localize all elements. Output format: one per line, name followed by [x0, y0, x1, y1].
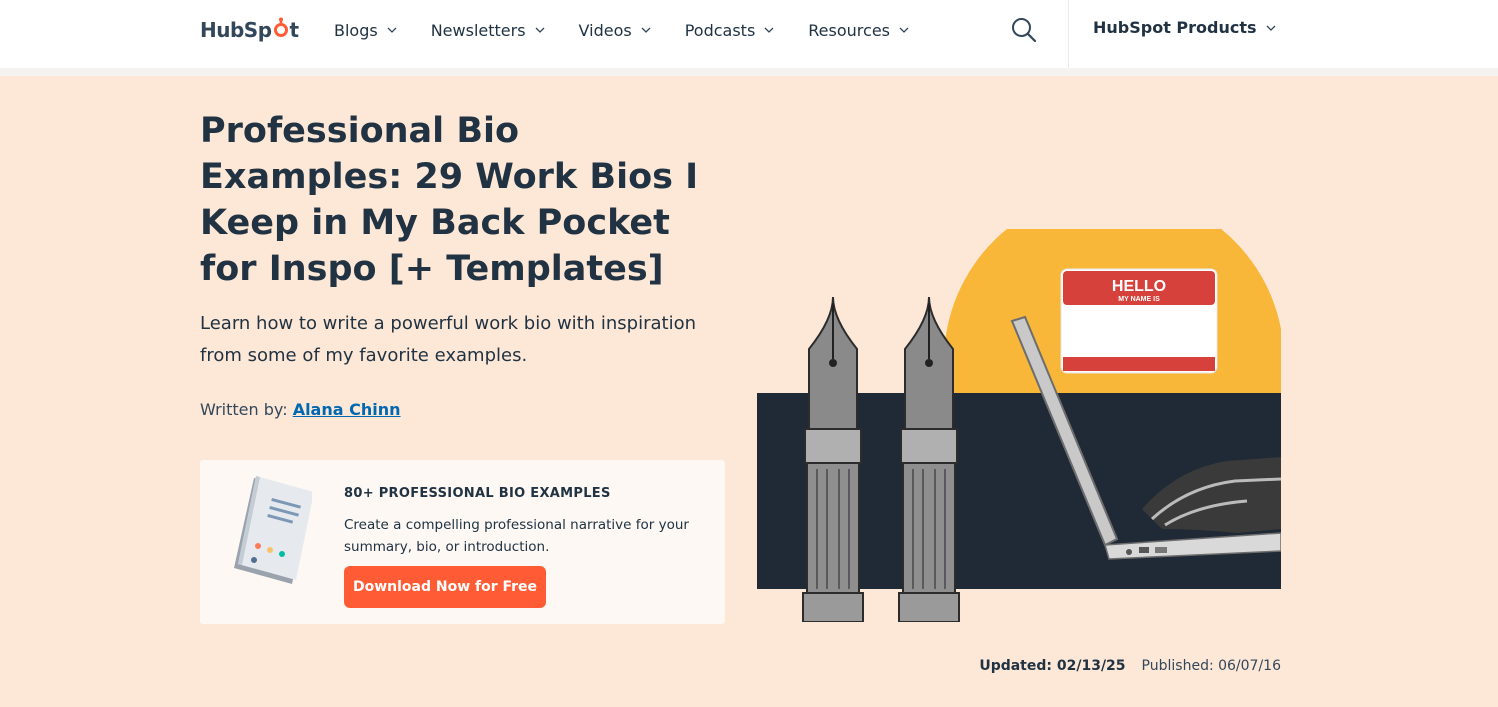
offer-card: 80+ PROFESSIONAL BIO EXAMPLES Create a c… [200, 460, 725, 624]
offer-heading: 80+ PROFESSIONAL BIO EXAMPLES [344, 486, 611, 501]
byline: Written by: Alana Chinn [200, 400, 401, 419]
nav-blogs[interactable]: Blogs [334, 21, 397, 40]
sprocket-icon [272, 17, 290, 44]
chevron-down-icon [387, 27, 397, 33]
hubspot-logo[interactable]: HubSp t [200, 16, 299, 44]
main-nav: Blogs Newsletters Videos Podcasts Resour… [334, 18, 943, 42]
search-icon [1012, 18, 1037, 43]
ebook-cover-image [234, 476, 312, 584]
nav-label: Blogs [334, 20, 378, 40]
chevron-down-icon [641, 27, 651, 33]
nav-label: Resources [808, 20, 890, 40]
hubspot-products-menu[interactable]: HubSpot Products [1093, 18, 1276, 37]
products-label: HubSpot Products [1093, 18, 1257, 37]
header-separator [1068, 0, 1069, 68]
download-button[interactable]: Download Now for Free [344, 566, 546, 608]
chevron-down-icon [899, 27, 909, 33]
nav-resources[interactable]: Resources [808, 21, 909, 40]
fountain-pen-right [898, 296, 960, 622]
article-dates: Updated: 02/13/25 Published: 06/07/16 [979, 658, 1281, 674]
published-date: Published: 06/07/16 [1141, 658, 1281, 674]
page-title: Professional Bio Examples: 29 Work Bios … [200, 111, 699, 289]
nav-newsletters[interactable]: Newsletters [431, 21, 545, 40]
page-subtitle: Learn how to write a powerful work bio w… [200, 313, 696, 366]
offer-description: Create a compelling professional narrati… [344, 517, 689, 555]
chevron-down-icon [535, 27, 544, 33]
byline-prefix: Written by: [200, 400, 288, 419]
nav-videos[interactable]: Videos [579, 21, 651, 40]
chevron-down-icon [764, 27, 774, 33]
name-badge: HELLO MY NAME IS [1060, 268, 1218, 374]
nav-label: Videos [578, 20, 632, 40]
chevron-down-icon [1266, 25, 1275, 31]
nav-label: Podcasts [684, 20, 756, 40]
author-link[interactable]: Alana Chinn [293, 400, 401, 419]
search-button[interactable] [1010, 16, 1038, 44]
hero-image: HELLO MY NAME IS [757, 229, 1281, 622]
updated-date: Updated: 02/13/25 [979, 658, 1126, 674]
badge-hello-text: HELLO [1112, 278, 1166, 295]
nav-label: Newsletters [430, 20, 526, 40]
badge-sub-text: MY NAME IS [1118, 296, 1160, 303]
header-divider [0, 68, 1498, 76]
nav-podcasts[interactable]: Podcasts [685, 21, 775, 40]
fountain-pen-left [802, 296, 864, 622]
logo-text-end: t [289, 18, 300, 42]
logo-text: HubSp [200, 18, 272, 42]
